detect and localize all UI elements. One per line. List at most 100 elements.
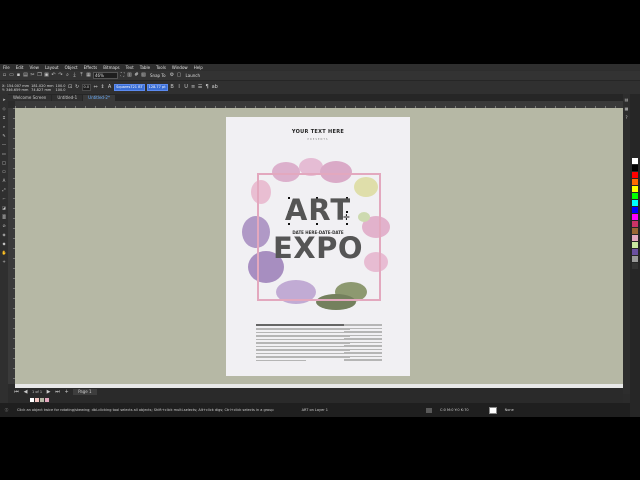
document-swatch[interactable]: [30, 397, 34, 402]
outline-swatch-icon[interactable]: [488, 406, 497, 414]
poster-page[interactable]: ✛ YOUR TEXT HERE PRESENTS ART DATE HERE-…: [226, 117, 410, 376]
launch-icon[interactable]: ▢: [177, 73, 182, 78]
y-position-field[interactable]: Y: 346.659 mm: [2, 88, 29, 92]
palette-swatch[interactable]: [632, 172, 638, 178]
document-swatch[interactable]: [35, 397, 39, 402]
palette-swatch[interactable]: [632, 214, 638, 220]
menu-effects[interactable]: Effects: [81, 65, 101, 70]
properties-docker-icon[interactable]: ▤: [624, 97, 629, 102]
cut-icon[interactable]: ✂: [30, 73, 35, 78]
paste-icon[interactable]: ▣: [44, 73, 49, 78]
font-size-box[interactable]: 128.77 pt: [146, 84, 168, 91]
palette-swatch[interactable]: [632, 228, 638, 234]
menu-help[interactable]: Help: [191, 65, 206, 70]
palette-swatch[interactable]: [632, 186, 638, 192]
full-screen-icon[interactable]: ⛶: [120, 73, 125, 78]
last-page-icon[interactable]: ⏭: [55, 389, 60, 395]
hand-tool-icon[interactable]: ✋: [2, 250, 7, 255]
font-list-box[interactable]: Squares721 BT: [114, 84, 145, 91]
palette-swatch[interactable]: [632, 249, 638, 255]
prev-page-icon[interactable]: ◀: [23, 389, 28, 395]
poster-subheader-text[interactable]: PRESENTS: [226, 138, 410, 141]
export-icon[interactable]: ⤒: [79, 73, 84, 78]
palette-swatch[interactable]: [632, 200, 638, 206]
document-swatch[interactable]: [45, 397, 49, 402]
palette-swatch[interactable]: [632, 158, 638, 164]
new-document-icon[interactable]: ▫: [2, 73, 7, 78]
save-icon[interactable]: ▪: [16, 73, 21, 78]
pick-tool-icon[interactable]: ➤: [2, 97, 7, 102]
menu-edit[interactable]: Edit: [13, 65, 27, 70]
menu-tools[interactable]: Tools: [153, 65, 169, 70]
menu-file[interactable]: File: [0, 65, 13, 70]
copy-icon[interactable]: ❐: [37, 73, 42, 78]
palette-swatch[interactable]: [632, 179, 638, 185]
palette-swatch[interactable]: [632, 207, 638, 213]
mirror-horizontal-icon[interactable]: ⇔: [93, 85, 98, 90]
undo-icon[interactable]: ↶: [51, 73, 56, 78]
poster-body-column-1[interactable]: [256, 324, 306, 363]
page-tab[interactable]: Page 1: [73, 389, 97, 395]
menu-layout[interactable]: Layout: [42, 65, 62, 70]
import-icon[interactable]: ⤓: [72, 73, 77, 78]
mirror-vertical-icon[interactable]: ⇕: [100, 85, 105, 90]
add-page-icon[interactable]: +: [64, 389, 69, 395]
palette-swatch[interactable]: [632, 221, 638, 227]
connector-tool-icon[interactable]: ⌐: [2, 196, 7, 201]
height-field[interactable]: 74.827 mm: [31, 88, 53, 92]
snap-to-dropdown[interactable]: Snap To: [148, 73, 168, 78]
add-tool-icon[interactable]: +: [2, 259, 7, 264]
align-icon[interactable]: ≡: [191, 85, 196, 90]
rotation-angle-field[interactable]: 0.0: [81, 84, 92, 91]
document-swatch[interactable]: [40, 397, 44, 402]
italic-icon[interactable]: I: [177, 85, 182, 90]
first-page-icon[interactable]: ⏮: [14, 389, 19, 395]
palette-swatch[interactable]: [632, 242, 638, 248]
interactive-fill-icon[interactable]: ◈: [2, 232, 7, 237]
search-icon[interactable]: ⌕: [65, 73, 70, 78]
ellipse-tool-icon[interactable]: ◯: [2, 160, 7, 165]
shape-tool-icon[interactable]: ◇: [2, 106, 7, 111]
drop-shadow-icon[interactable]: ◪: [2, 205, 7, 210]
options-gear-icon[interactable]: ⚙: [170, 73, 175, 78]
menu-bitmaps[interactable]: Bitmaps: [100, 65, 122, 70]
poster-title-expo[interactable]: EXPO: [266, 233, 370, 263]
print-icon[interactable]: ▤: [23, 73, 28, 78]
next-page-icon[interactable]: ▶: [46, 389, 51, 395]
underline-icon[interactable]: U: [184, 85, 189, 90]
menu-text[interactable]: Text: [123, 65, 137, 70]
menu-view[interactable]: View: [26, 65, 42, 70]
objects-docker-icon[interactable]: ▦: [624, 106, 629, 111]
palette-swatch[interactable]: [632, 235, 638, 241]
polygon-tool-icon[interactable]: ⬠: [2, 169, 7, 174]
scale-height-field[interactable]: 100.0: [56, 88, 66, 92]
grid-icon[interactable]: #: [134, 73, 139, 78]
text-properties-icon[interactable]: ¶: [205, 85, 210, 90]
palette-swatch[interactable]: [632, 193, 638, 199]
palette-swatch[interactable]: [632, 165, 638, 171]
hints-docker-icon[interactable]: ?: [624, 115, 629, 120]
redo-icon[interactable]: ↷: [58, 73, 63, 78]
lock-ratio-icon[interactable]: ⊡: [68, 85, 73, 90]
poster-body-column-2[interactable]: [300, 324, 350, 360]
poster-header-text[interactable]: YOUR TEXT HERE: [226, 129, 410, 135]
smart-fill-icon[interactable]: ◆: [2, 241, 7, 246]
menu-window[interactable]: Window: [169, 65, 191, 70]
poster-body-column-3[interactable]: [344, 324, 382, 363]
palette-swatch[interactable]: [632, 263, 638, 269]
publish-pdf-icon[interactable]: ▦: [86, 73, 91, 78]
artistic-media-icon[interactable]: 〰: [2, 142, 7, 147]
edit-text-icon[interactable]: ab: [212, 85, 218, 90]
transparency-icon[interactable]: ▒: [2, 214, 7, 219]
rulers-icon[interactable]: ▥: [127, 73, 132, 78]
text-tool-icon[interactable]: A: [2, 178, 7, 183]
crop-tool-icon[interactable]: ⌗: [2, 115, 7, 120]
launch-dropdown[interactable]: Launch: [184, 73, 202, 78]
zoom-tool-icon[interactable]: ⌕: [2, 124, 7, 129]
horizontal-ruler[interactable]: [15, 101, 623, 108]
vertical-ruler[interactable]: [8, 108, 15, 384]
open-icon[interactable]: ▭: [9, 73, 14, 78]
zoom-level-select[interactable]: 46%: [93, 72, 118, 79]
rectangle-tool-icon[interactable]: ▭: [2, 151, 7, 156]
poster-title-art[interactable]: ART: [266, 195, 370, 225]
